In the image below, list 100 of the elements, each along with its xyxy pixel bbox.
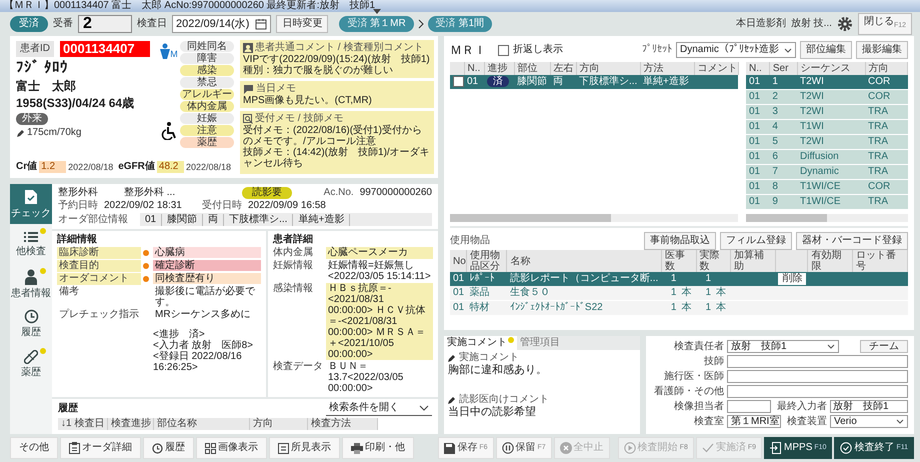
input-field[interactable] [727,370,908,383]
column-header[interactable]: 部位 [514,62,550,75]
action-button[interactable]: 画像表示 [196,437,267,459]
checkbox-label[interactable]: 折返し表示 [513,44,563,56]
delete-button[interactable]: 削除 [778,273,806,285]
checkbox[interactable] [498,44,509,56]
column-header[interactable]: N.. [746,62,770,75]
search-conditions-dropdown[interactable]: 検索条件を開く [326,401,432,416]
table-row[interactable]: 01 9 T1WI/CE TRA [746,194,908,210]
select-field[interactable]: Verio [830,415,908,428]
close-button[interactable]: 閉じる$_{F12}$ [858,13,912,35]
action-button[interactable]: 履歴 [143,437,194,459]
field-value: ＨＢｓ抗原＝-<2021/08/31 00:00:00> ＨＣＶ抗体＝-<2021/08/31 00:00:00> ＭＲＳＡ＝＋<2021/10/05 00:00:00> [326,283,433,360]
table-row[interactable]: 01 2 T2WI COR [746,90,908,104]
edit-button[interactable]: 撮影編集 [856,41,908,59]
team-button[interactable]: チーム [860,340,908,353]
table-row[interactable]: 01 特材 ｲﾝｼﾞｪｸﾄｵｰﾄｶﾞｰﾄﾞS22 1 本 1 本 [450,300,908,316]
chevron-down-icon [827,344,835,349]
calendar-icon[interactable] [255,18,268,30]
column-header[interactable]: 進捗 [484,62,514,75]
register-button[interactable]: 事前物品取込 [644,232,716,250]
table-row[interactable]: 01 済 膝関節 両 下肢標準シ... 単純+造影 [450,75,738,89]
column-header[interactable]: ↓1 検査日 [58,418,108,430]
table-cell: COR [865,75,908,90]
select-field[interactable]: 放射 技師1 [727,340,839,353]
field-label: 検像担当者 [673,400,724,412]
column-header[interactable]: コメント [694,62,738,75]
input-field[interactable] [727,355,908,368]
table-row[interactable]: 01 ﾚﾎﾟｰﾄ 読影レポート（コンピュータ断... 1 1 削除 [450,272,908,286]
action-button[interactable]: 印刷・他 [342,437,414,459]
cancel-icon [560,442,572,454]
patient-id: 0001134407 [60,41,150,57]
column-header[interactable]: 方向 [865,62,908,75]
table-cell: 下肢標準シ... [576,75,640,89]
checkbox[interactable] [453,76,464,87]
settings-icon[interactable] [836,16,853,32]
reception-number-field[interactable]: 2 [78,15,132,33]
comment-text[interactable]: 胸部に違和感あり。 [448,364,636,377]
column-header[interactable]: 使用物品区分 [466,250,507,272]
date-field[interactable]: 2022/09/14(水) [172,15,272,33]
workflow-step[interactable]: 受済 第１MR [339,16,414,32]
tab[interactable]: 管理項目 [517,336,570,350]
action-button[interactable]: 所見表示 [269,437,340,459]
side-tab[interactable]: 履歴 [10,304,52,344]
table-row[interactable]: 01 4 T1WI TRA [746,120,908,134]
column-header[interactable]: No [450,250,466,272]
lab-label: Cr値 [16,161,38,173]
workflow-step[interactable]: 受済 第1間 [428,16,492,32]
column-header[interactable]: 方法 [640,62,694,75]
column-header[interactable]: Ser [769,62,797,75]
column-header[interactable]: 検査方法 [308,418,378,430]
register-button[interactable]: フィルム登録 [720,232,792,250]
register-button[interactable]: 器材・バーコード登録 [796,232,908,250]
table-row[interactable]: 01 5 T2WI TRA [746,134,908,150]
column-header[interactable]: 方向 [250,418,308,430]
check-circle-icon [840,442,852,454]
comment-text[interactable]: 当日中の読影希望 [448,406,636,419]
column-header[interactable]: 名称 [506,250,662,272]
tab[interactable]: 実施コメント [444,336,517,350]
scrollbar[interactable] [450,214,738,222]
column-header[interactable]: 加算補助 [730,250,776,272]
table-row[interactable]: 01 薬品 生食５０ 1 本 1 本 [450,286,908,300]
input-field[interactable] [727,385,908,398]
action-button[interactable]: オーダ詳細 [60,437,141,459]
column-header[interactable]: 検査進捗 [108,418,154,430]
column-header[interactable]: 実際数 [696,250,731,272]
preset-select[interactable]: Dynamic（ﾌﾟﾘｾｯﾄ造影 [676,42,796,58]
side-tab[interactable]: 薬歴 [10,344,52,384]
table-row[interactable]: 01 8 T1WI/CE COR [746,180,908,194]
side-tab[interactable]: 患者情報 [10,264,52,304]
edit-button[interactable]: 部位編集 [800,41,852,59]
table-cell: 下肢標準シ... [224,214,294,226]
table-cell: 両 [203,214,224,226]
column-header[interactable]: N.. [464,62,484,75]
column-header[interactable]: 部位名称 [154,418,250,430]
column-header[interactable]: 左右 [550,62,576,75]
column-header[interactable]: 方向 [576,62,640,75]
action-button[interactable]: その他 [10,437,58,459]
table-cell: 3 [769,104,797,120]
scrollbar[interactable] [746,214,908,222]
table-row[interactable]: 01 7 Dynamic TRA [746,164,908,180]
column-header[interactable]: シーケンス [797,62,865,75]
table-cell: 01 [746,194,770,210]
column-header[interactable]: 医事数 [661,250,696,272]
column-header[interactable]: ロット番号 [852,250,908,272]
table-row[interactable]: 01 6 Diffusion TRA [746,150,908,164]
side-tab[interactable]: 他検査 [10,224,52,264]
side-tab[interactable]: チェック [10,184,52,224]
field-value: 撮影後に電話が必要です。 [154,286,256,308]
accession-number: 9970000000260 [360,187,432,199]
input-field[interactable] [727,400,771,413]
table-row[interactable]: 01 1 T2WI COR [746,75,908,90]
input-field[interactable]: 放射 技師1 [830,400,908,413]
change-datetime-button[interactable]: 日時変更 [276,15,328,33]
contrast-label: 本日造影剤 [736,18,786,30]
select-field[interactable]: 第１MRI室 [727,415,781,428]
table-row[interactable]: 01 3 T2WI TRA [746,104,908,120]
gender-label: M [170,50,178,59]
column-header[interactable]: 有効期限 [808,250,853,272]
patient-kana-name: ﾌｼﾞ ﾀﾛｳ [16,59,68,77]
